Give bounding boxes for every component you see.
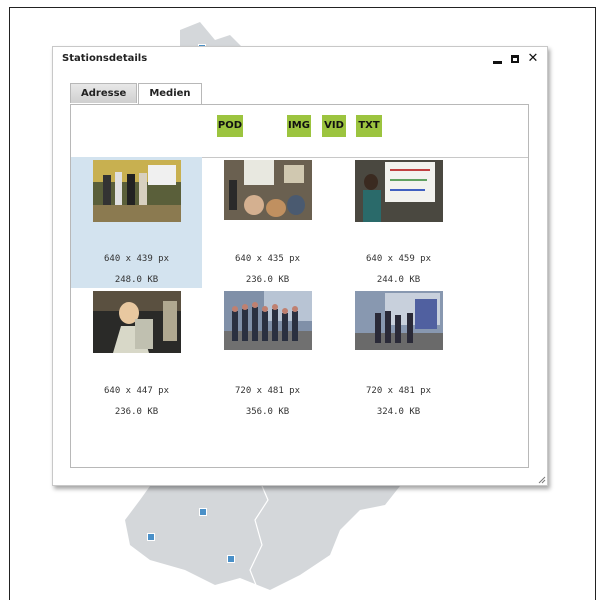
media-dimensions: 640 x 447 px bbox=[103, 386, 170, 396]
media-item[interactable]: 640 x 447 px 236.0 KB bbox=[71, 288, 202, 419]
maximize-icon bbox=[511, 55, 519, 63]
media-file-size: 356.0 KB bbox=[245, 407, 290, 417]
media-file-size: 236.0 KB bbox=[114, 407, 159, 417]
tab-bar: Adresse Medien bbox=[70, 83, 203, 105]
window-titlebar[interactable]: Stationsdetails ✕ bbox=[53, 47, 547, 75]
map-marker[interactable] bbox=[199, 508, 207, 516]
filter-txt-button[interactable]: TXT bbox=[356, 115, 382, 137]
close-icon: ✕ bbox=[527, 51, 539, 66]
media-thumbnail bbox=[224, 291, 312, 350]
media-filter-bar: POD IMG VID TXT bbox=[71, 105, 528, 158]
media-dimensions: 640 x 435 px bbox=[234, 254, 301, 264]
media-dimensions: 640 x 439 px bbox=[103, 254, 170, 264]
media-thumbnail bbox=[355, 291, 443, 350]
tab-medien[interactable]: Medien bbox=[138, 83, 202, 105]
media-file-size: 244.0 KB bbox=[376, 275, 421, 285]
media-item[interactable]: 640 x 459 px 244.0 KB bbox=[333, 157, 464, 288]
window-controls: ✕ bbox=[491, 52, 539, 66]
minimize-icon bbox=[492, 60, 502, 64]
media-dimensions: 720 x 481 px bbox=[365, 386, 432, 396]
media-thumbnail bbox=[93, 160, 181, 222]
media-dimensions: 640 x 459 px bbox=[365, 254, 432, 264]
media-item[interactable]: 640 x 435 px 236.0 KB bbox=[202, 157, 333, 288]
media-file-size: 248.0 KB bbox=[114, 275, 159, 285]
media-dimensions: 720 x 481 px bbox=[234, 386, 301, 396]
station-details-window: Stationsdetails ✕ Adresse Medien POD IMG… bbox=[52, 46, 548, 486]
filter-vid-button[interactable]: VID bbox=[322, 115, 346, 137]
media-thumbnail bbox=[355, 160, 443, 222]
filter-pod-button[interactable]: POD bbox=[217, 115, 243, 137]
minimize-button[interactable] bbox=[491, 52, 503, 66]
media-panel: POD IMG VID TXT 640 x 439 px 248.0 KB 64… bbox=[70, 104, 529, 468]
close-button[interactable]: ✕ bbox=[527, 52, 539, 66]
map-marker[interactable] bbox=[147, 533, 155, 541]
maximize-button[interactable] bbox=[509, 52, 521, 66]
media-thumbnail bbox=[93, 291, 181, 353]
resize-handle[interactable] bbox=[538, 476, 546, 484]
map-region-south bbox=[125, 486, 400, 590]
filter-img-button[interactable]: IMG bbox=[287, 115, 311, 137]
media-item[interactable]: 720 x 481 px 324.0 KB bbox=[333, 288, 464, 419]
media-thumbnail bbox=[224, 160, 312, 220]
media-file-size: 236.0 KB bbox=[245, 275, 290, 285]
map-marker[interactable] bbox=[227, 555, 235, 563]
tab-adresse[interactable]: Adresse bbox=[70, 83, 138, 103]
media-item-selected[interactable]: 640 x 439 px 248.0 KB bbox=[71, 157, 202, 288]
window-title: Stationsdetails bbox=[62, 53, 148, 64]
media-file-size: 324.0 KB bbox=[376, 407, 421, 417]
media-item[interactable]: 720 x 481 px 356.0 KB bbox=[202, 288, 333, 419]
